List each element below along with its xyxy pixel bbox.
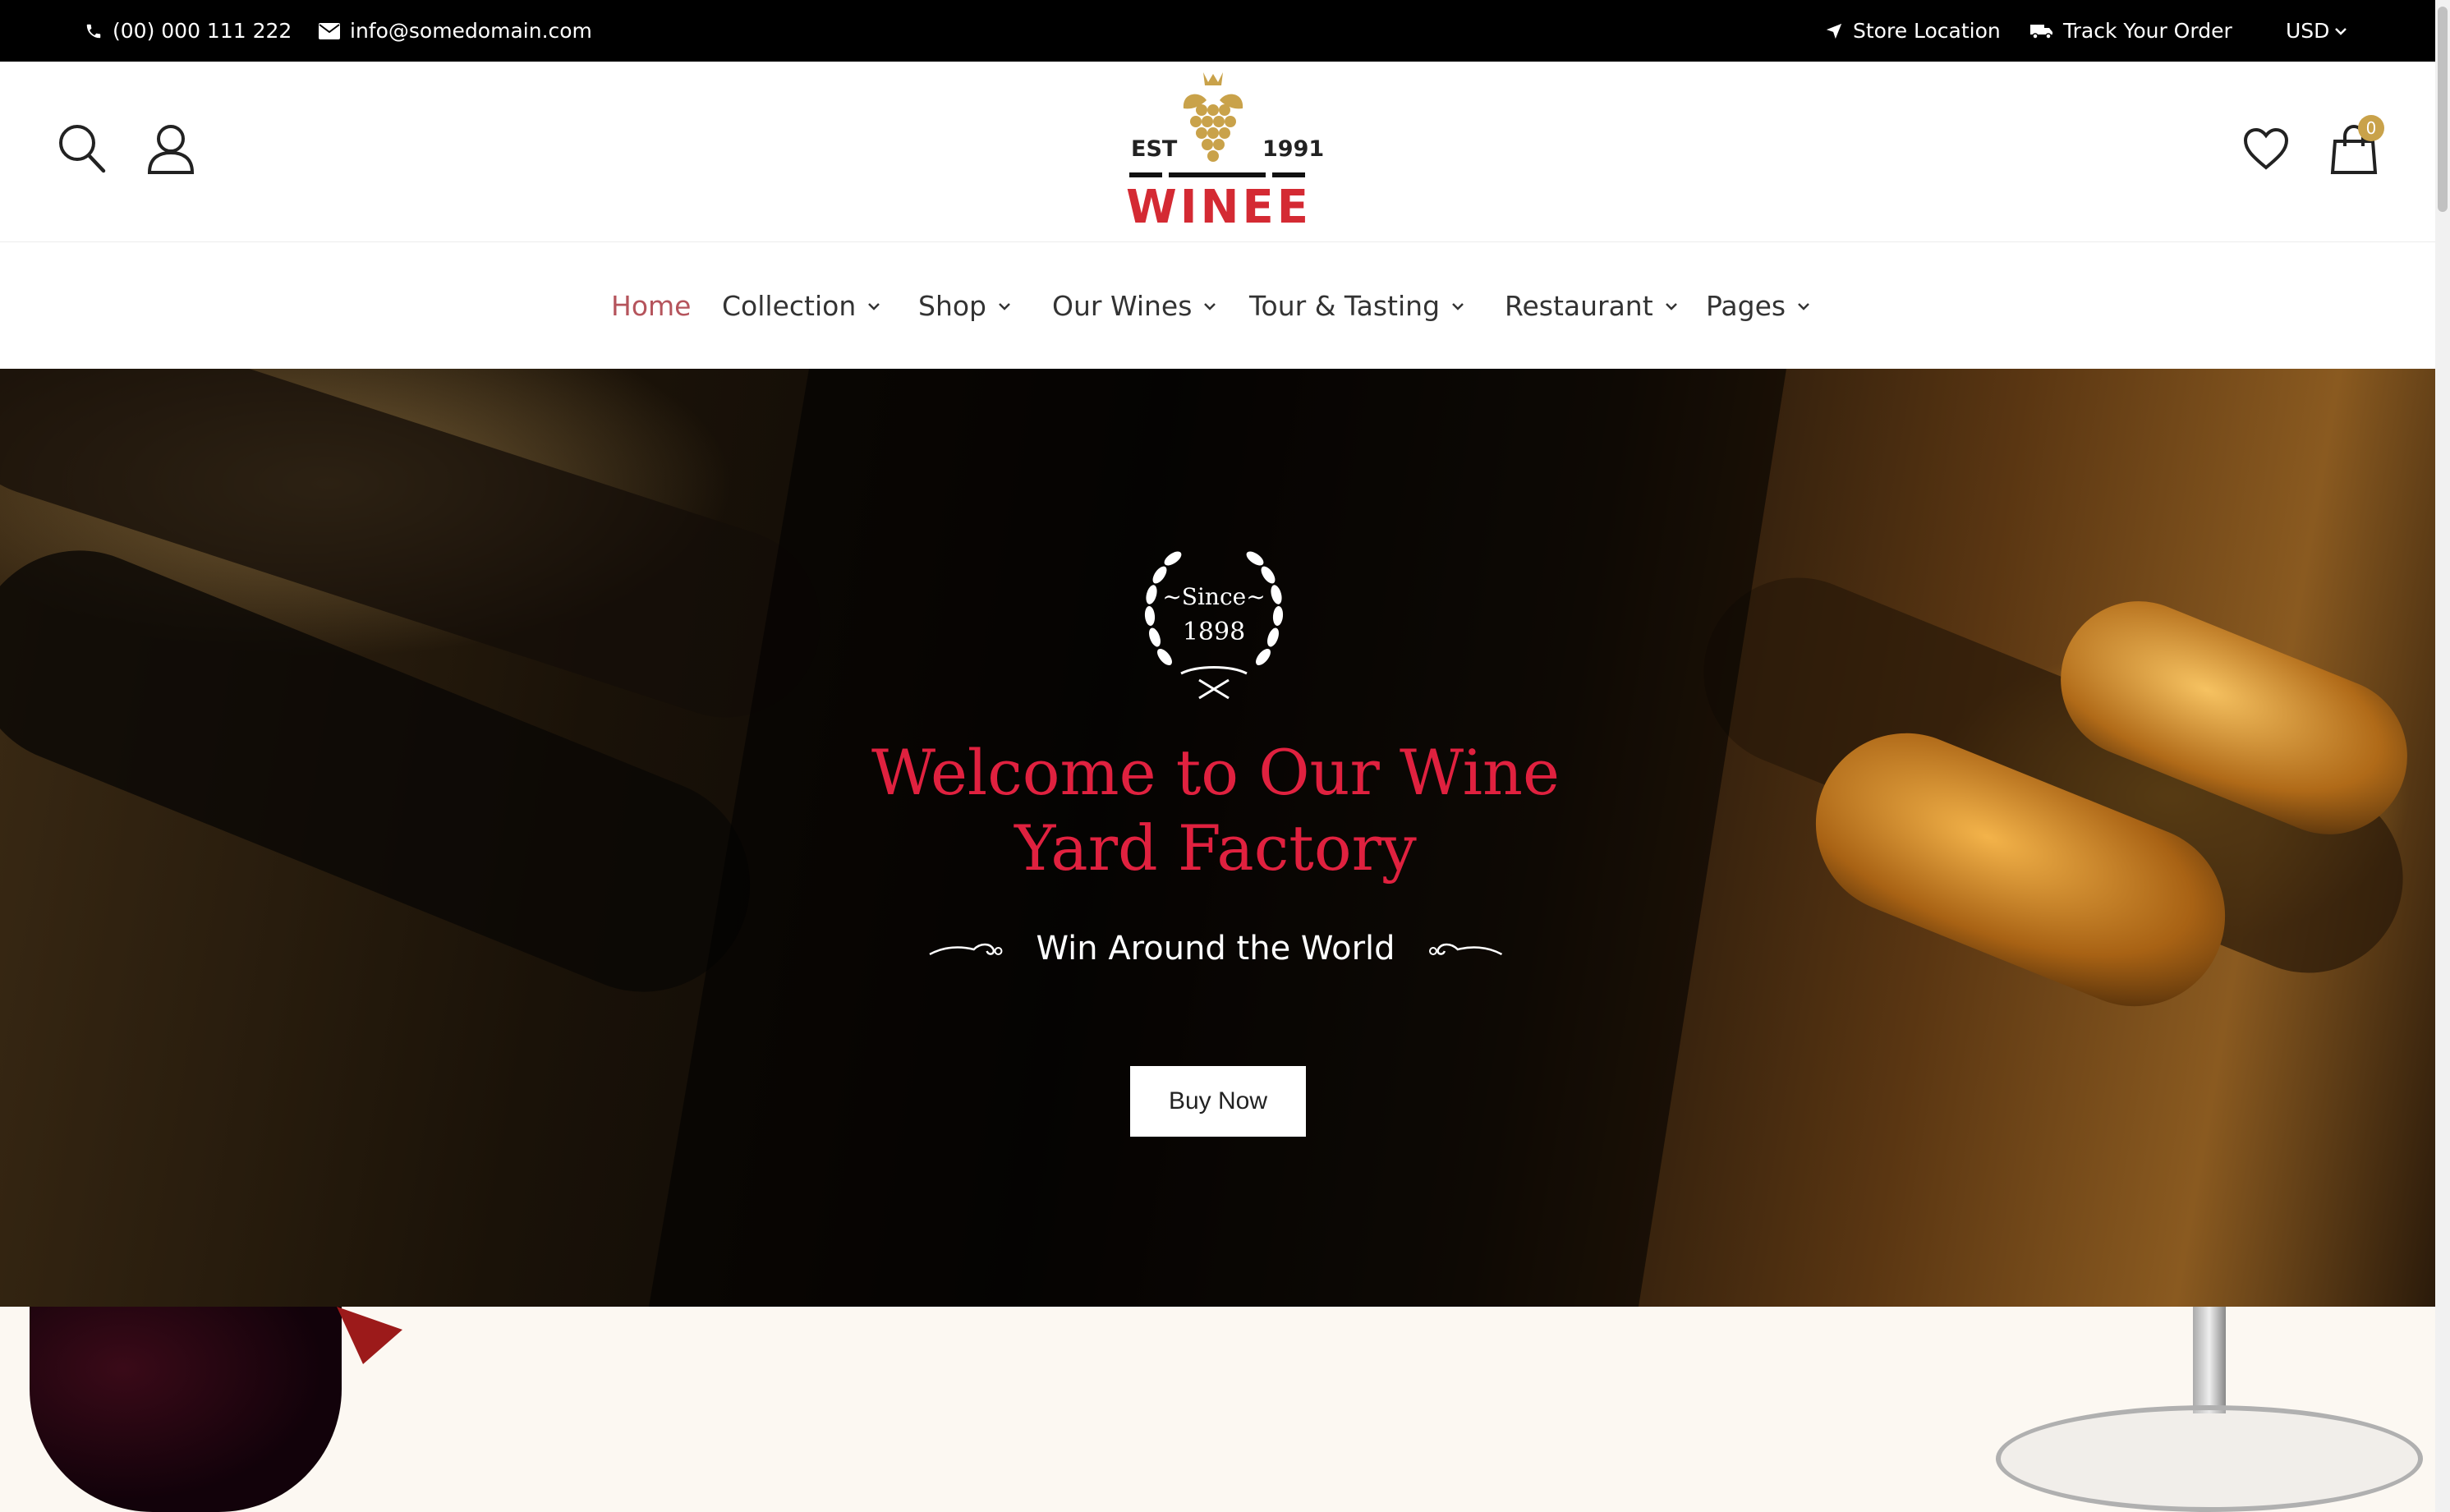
page-scrollbar[interactable] (2435, 0, 2450, 1512)
chevron-down-icon (1665, 302, 1677, 310)
nav-label: Shop (918, 290, 986, 322)
truck-icon (2030, 24, 2052, 39)
nav-label: Pages (1706, 290, 1786, 322)
hero-subtitle-row: Win Around the World (928, 924, 1503, 973)
search-icon (59, 125, 106, 173)
wine-bottle-image (30, 1307, 342, 1512)
nav-item-collection[interactable]: Collection (722, 243, 880, 369)
wishlist-button[interactable] (2242, 126, 2290, 171)
ornament-left-icon (929, 943, 1003, 956)
ornament-right-icon (1428, 943, 1502, 956)
track-order-link[interactable]: Track Your Order (2030, 0, 2232, 62)
phone-icon (86, 24, 101, 38)
hero-title: Welcome to Our Wine Yard Factory (871, 735, 1561, 886)
nav-label: Tour & Tasting (1249, 290, 1441, 322)
location-arrow-icon (1826, 23, 1842, 39)
nav-label: Collection (722, 290, 857, 322)
main-navigation: Home Collection Shop Our Wines Tour & Ta… (0, 243, 2435, 369)
chevron-down-icon (1204, 302, 1216, 310)
nav-item-pages[interactable]: Pages (1706, 243, 1810, 369)
user-icon (147, 125, 195, 174)
nav-label: Restaurant (1505, 290, 1653, 322)
badge-year-text: 1898 (1182, 618, 1246, 646)
logo-est: EST (1131, 136, 1178, 162)
account-button[interactable] (146, 123, 195, 174)
search-button[interactable] (57, 123, 107, 174)
email-address: info@somedomain.com (350, 19, 592, 43)
hero-title-line1: Welcome to Our Wine (871, 736, 1560, 809)
heart-icon (2243, 127, 2289, 170)
hero-subtitle: Win Around the World (1036, 930, 1395, 967)
site-logo[interactable]: EST 1991 WINEE (1121, 67, 1324, 236)
nav-item-our-wines[interactable]: Our Wines (1052, 243, 1216, 369)
track-order-label: Track Your Order (2063, 19, 2232, 43)
phone-number: (00) 000 111 222 (113, 19, 292, 43)
chevron-down-icon (999, 302, 1010, 310)
nav-item-home[interactable]: Home (611, 243, 691, 369)
currency-selector[interactable]: USD (2286, 0, 2347, 62)
scrollbar-thumb[interactable] (2438, 7, 2448, 212)
chevron-down-icon (1798, 302, 1809, 310)
nav-item-shop[interactable]: Shop (918, 243, 1011, 369)
nav-label: Our Wines (1052, 290, 1193, 322)
nav-item-restaurant[interactable]: Restaurant (1505, 243, 1678, 369)
hero-title-line2: Yard Factory (1014, 811, 1417, 885)
next-section (0, 1307, 2435, 1512)
currency-value: USD (2286, 19, 2330, 43)
email-contact[interactable]: info@somedomain.com (319, 0, 592, 62)
chevron-down-icon (2335, 27, 2347, 35)
buy-now-button[interactable]: Buy Now (1130, 1066, 1306, 1137)
chevron-down-icon (868, 302, 880, 310)
since-badge: ~Since~ 1898 (1132, 534, 1296, 706)
logo-brand: WINEE (1126, 181, 1312, 234)
chevron-down-icon (1452, 302, 1464, 310)
logo-year: 1991 (1262, 136, 1325, 162)
nav-label: Home (611, 290, 692, 322)
nav-item-tour-tasting[interactable]: Tour & Tasting (1249, 243, 1464, 369)
envelope-icon (319, 22, 340, 39)
badge-since-text: ~Since~ (1162, 583, 1266, 610)
store-location-label: Store Location (1853, 19, 2001, 43)
wine-glass-image (1988, 1307, 2431, 1512)
top-bar: (00) 000 111 222 info@somedomain.com Sto… (0, 0, 2435, 62)
phone-contact[interactable]: (00) 000 111 222 (85, 0, 292, 62)
cart-count-badge: 0 (2358, 115, 2384, 141)
store-location-link[interactable]: Store Location (1825, 0, 2001, 62)
grape-leaf-decoration (337, 1307, 402, 1364)
